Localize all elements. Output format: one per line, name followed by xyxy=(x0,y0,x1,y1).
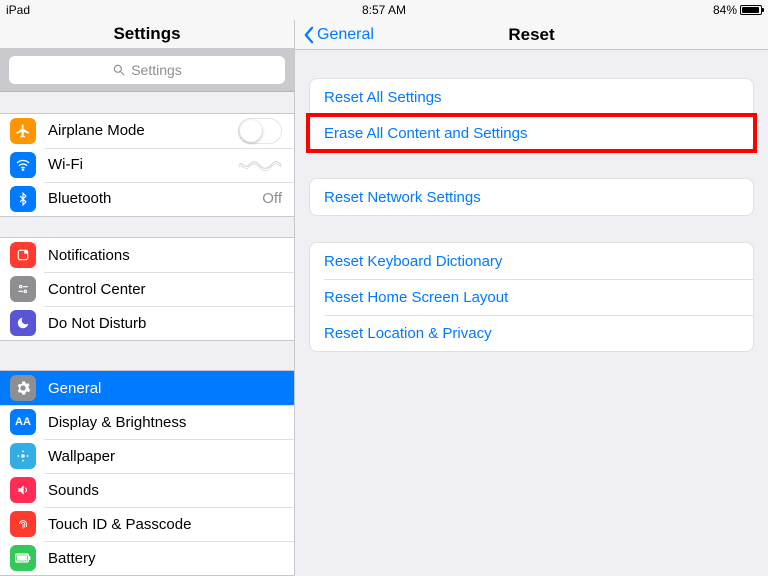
row-label: Reset Keyboard Dictionary xyxy=(324,253,502,270)
row-label: Bluetooth xyxy=(48,190,250,207)
reset-home-screen[interactable]: Reset Home Screen Layout xyxy=(310,279,753,315)
detail-pane: General Reset Reset All Settings Erase A… xyxy=(295,20,768,576)
row-label: Sounds xyxy=(48,482,282,499)
battery-row-icon xyxy=(10,545,36,571)
sidebar-item-notifications[interactable]: Notifications xyxy=(0,238,294,272)
sidebar-item-general[interactable]: General xyxy=(0,371,294,405)
status-device: iPad xyxy=(6,3,30,17)
search-input[interactable]: Settings xyxy=(9,56,285,84)
airplane-toggle[interactable] xyxy=(238,118,282,144)
row-label: Display & Brightness xyxy=(48,414,282,431)
sidebar-item-touchid[interactable]: Touch ID & Passcode xyxy=(0,507,294,541)
row-label: Control Center xyxy=(48,281,282,298)
status-bar: iPad 8:57 AM 84% xyxy=(0,0,768,20)
row-label: Reset Network Settings xyxy=(324,189,481,206)
sidebar-item-wifi[interactable]: Wi-Fi xyxy=(0,148,294,182)
control-center-icon xyxy=(10,276,36,302)
row-label: Notifications xyxy=(48,247,282,264)
detail-title: Reset xyxy=(508,25,554,45)
erase-all-content[interactable]: Erase All Content and Settings xyxy=(310,115,753,151)
row-label: Do Not Disturb xyxy=(48,315,282,332)
row-label: Reset Home Screen Layout xyxy=(324,289,508,306)
search-placeholder: Settings xyxy=(131,62,182,78)
sidebar-item-bluetooth[interactable]: Bluetooth Off xyxy=(0,182,294,216)
display-icon: AA xyxy=(10,409,36,435)
back-button[interactable]: General xyxy=(303,26,374,44)
sidebar-item-control-center[interactable]: Control Center xyxy=(0,272,294,306)
row-label: Airplane Mode xyxy=(48,122,226,139)
row-label: Erase All Content and Settings xyxy=(324,125,527,142)
airplane-icon xyxy=(10,118,36,144)
notifications-icon xyxy=(10,242,36,268)
fingerprint-icon xyxy=(10,511,36,537)
row-label: Wallpaper xyxy=(48,448,282,465)
row-label: Reset Location & Privacy xyxy=(324,325,492,342)
status-battery-pct: 84% xyxy=(713,3,737,17)
reset-network-settings[interactable]: Reset Network Settings xyxy=(310,179,753,215)
sidebar-item-airplane[interactable]: Airplane Mode xyxy=(0,114,294,148)
row-label: Wi-Fi xyxy=(48,156,226,173)
detail-navbar: General Reset xyxy=(295,20,768,50)
bluetooth-icon xyxy=(10,186,36,212)
settings-sidebar: Settings Settings Airplane Mode Wi-Fi Bl… xyxy=(0,20,295,576)
sidebar-item-display[interactable]: AA Display & Brightness xyxy=(0,405,294,439)
back-label: General xyxy=(317,26,374,44)
battery-icon xyxy=(740,5,762,15)
sidebar-item-wallpaper[interactable]: Wallpaper xyxy=(0,439,294,473)
row-label: Touch ID & Passcode xyxy=(48,516,282,533)
gear-icon xyxy=(10,375,36,401)
wifi-icon xyxy=(10,152,36,178)
bluetooth-value: Off xyxy=(262,190,282,207)
row-label: Reset All Settings xyxy=(324,89,442,106)
row-label: General xyxy=(48,380,282,397)
reset-location-privacy[interactable]: Reset Location & Privacy xyxy=(310,315,753,351)
wifi-value-redacted xyxy=(238,158,282,172)
reset-keyboard-dictionary[interactable]: Reset Keyboard Dictionary xyxy=(310,243,753,279)
row-label: Battery xyxy=(48,550,282,567)
chevron-left-icon xyxy=(303,26,314,44)
sidebar-item-battery[interactable]: Battery xyxy=(0,541,294,575)
sidebar-item-sounds[interactable]: Sounds xyxy=(0,473,294,507)
search-icon xyxy=(112,63,126,77)
sounds-icon xyxy=(10,477,36,503)
moon-icon xyxy=(10,310,36,336)
reset-all-settings[interactable]: Reset All Settings xyxy=(310,79,753,115)
status-time: 8:57 AM xyxy=(362,3,406,17)
wallpaper-icon xyxy=(10,443,36,469)
sidebar-title: Settings xyxy=(0,20,294,49)
sidebar-item-dnd[interactable]: Do Not Disturb xyxy=(0,306,294,340)
